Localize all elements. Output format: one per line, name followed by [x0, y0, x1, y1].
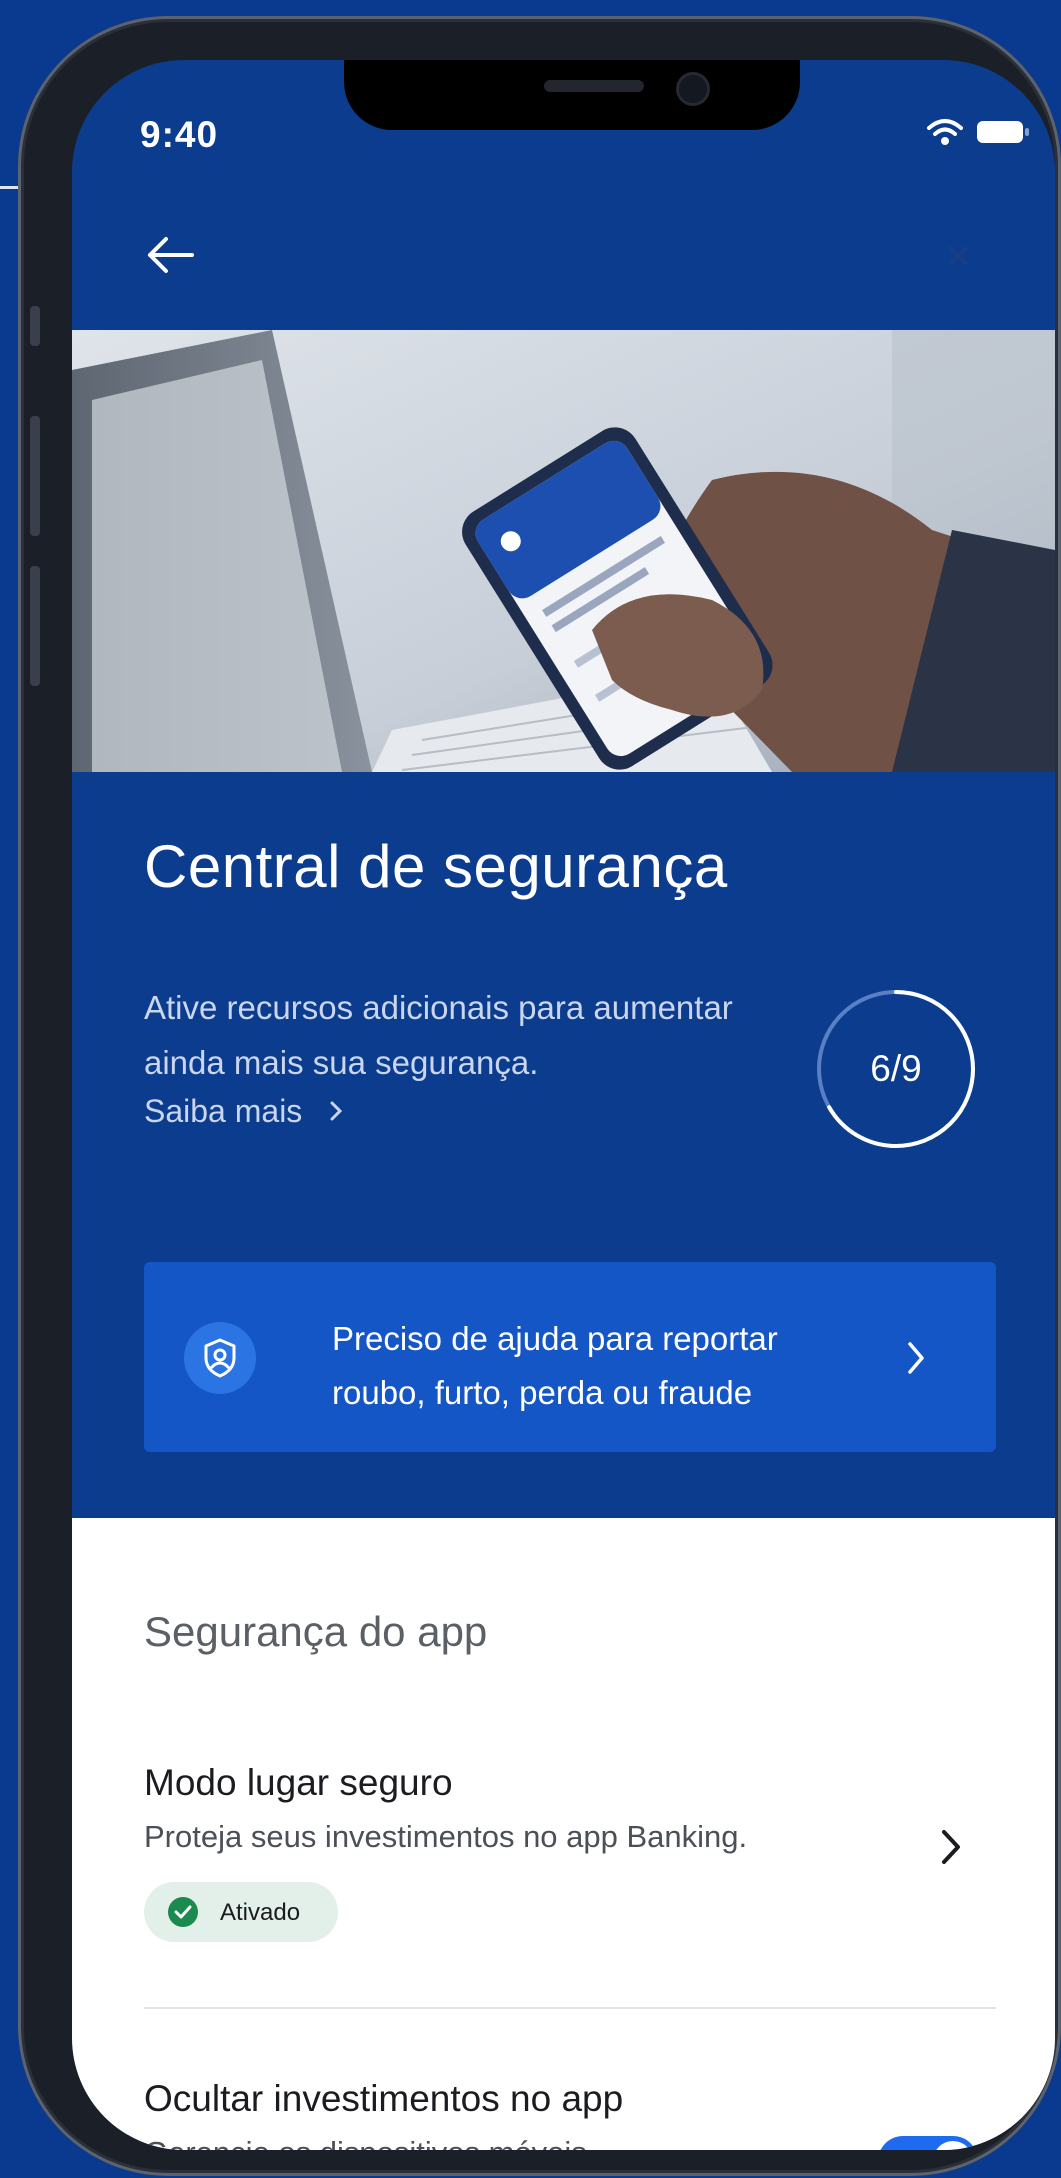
progress-count: 6/9	[870, 1048, 922, 1089]
help-card-text: Preciso de ajuda para reportar roubo, fu…	[332, 1312, 778, 1420]
page-subtitle: Ative recursos adicionais para aumentar …	[144, 989, 733, 1081]
speaker	[544, 80, 644, 92]
status-badge-label: Ativado	[220, 1899, 301, 1926]
check-circle-icon	[168, 1897, 198, 1927]
camera	[676, 72, 710, 106]
section-title: Segurança do app	[144, 1608, 488, 1655]
report-help-card[interactable]: Preciso de ajuda para reportar roubo, fu…	[144, 1262, 996, 1452]
notch	[344, 60, 800, 130]
status-bar: 9:40	[72, 60, 1055, 260]
chevron-right-icon	[329, 1093, 343, 1130]
wifi-icon	[927, 119, 963, 145]
toggle-knob	[933, 2141, 973, 2150]
help-card-line1: Preciso de ajuda para reportar	[332, 1320, 778, 1357]
arrow-left-icon[interactable]	[144, 235, 196, 275]
phone-frame: 9:40 Central de segurança Ative recursos…	[18, 16, 1061, 2176]
help-card-line2: roubo, furto, perda ou fraude	[332, 1374, 753, 1411]
learn-more-link[interactable]: Saiba mais	[144, 1093, 343, 1130]
close-icon[interactable]	[938, 236, 978, 276]
status-time: 9:40	[140, 114, 219, 155]
volume-up-button	[30, 416, 40, 536]
app-screen: 9:40 Central de segurança Ative recursos…	[72, 60, 1055, 2150]
mute-switch	[30, 306, 40, 346]
hide-investments-title[interactable]: Ocultar investimentos no app	[144, 2078, 623, 2120]
chevron-right-icon	[908, 1342, 924, 1374]
app-security-panel: Segurança do app Modo lugar seguro Prote…	[72, 1518, 1055, 2150]
safe-place-mode-title[interactable]: Modo lugar seguro	[144, 1762, 453, 1804]
safe-place-mode-description: Proteja seus investimentos no app Bankin…	[144, 1819, 748, 1854]
battery-icon	[977, 121, 1029, 143]
shield-person-icon	[184, 1322, 256, 1394]
learn-more-label: Saiba mais	[144, 1093, 303, 1129]
status-badge: Ativado	[144, 1882, 338, 1942]
hide-investments-toggle[interactable]	[878, 2136, 978, 2150]
page-title: Central de segurança	[144, 833, 728, 900]
divider	[144, 2007, 996, 2009]
hide-investments-description: Gerencie os dispositivos móveis	[144, 2135, 587, 2150]
chevron-right-icon[interactable]	[940, 1828, 962, 1866]
volume-down-button	[30, 566, 40, 686]
hero-image	[72, 330, 1055, 772]
